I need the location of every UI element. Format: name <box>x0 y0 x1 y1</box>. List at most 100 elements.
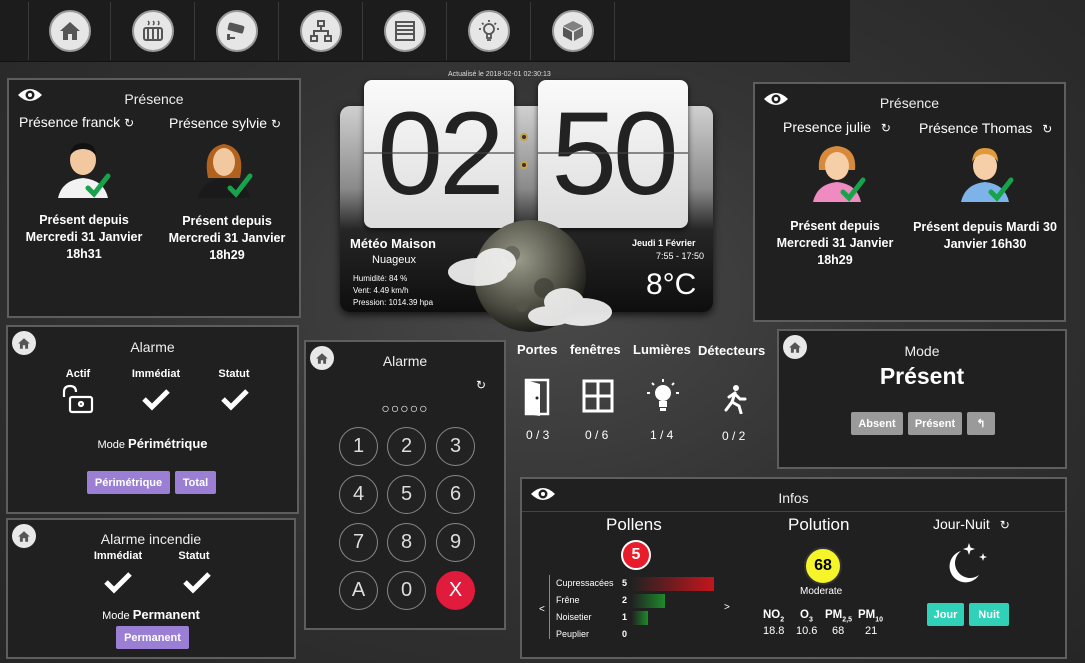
nav-heating-button[interactable] <box>112 2 195 60</box>
keypad-key-3[interactable]: 3 <box>436 427 475 466</box>
jour-button[interactable]: Jour <box>927 603 964 626</box>
pollutant-no2-label: NO2 <box>763 609 785 624</box>
unlock-icon[interactable] <box>60 384 94 414</box>
pollen-name: Peuplier <box>556 629 590 639</box>
pollutant-pm10-label: PM10 <box>858 609 884 624</box>
weather-date: Jeudi 1 Février <box>632 238 696 248</box>
person-name-label: Présence Thomas <box>919 120 1033 136</box>
presence-since-label: Présent depuis <box>182 214 272 228</box>
presence-time: 18h29 <box>817 253 853 267</box>
weather-wind: Vent: 4.49 km/h <box>353 286 409 295</box>
lightbulb-icon[interactable] <box>646 378 680 416</box>
pollen-row: Noisetier 1 <box>556 610 716 625</box>
nav-network-button[interactable] <box>280 2 363 60</box>
nav-light-button[interactable] <box>448 2 531 60</box>
woman-avatar-icon <box>198 144 253 198</box>
pollen-bar <box>632 577 714 591</box>
perimetrique-button[interactable]: Périmétrique <box>87 471 170 494</box>
last-update-text: Actualisé le 2018-02-01 02:30:13 <box>448 71 551 78</box>
weather-sun-times: 7:55 - 17:50 <box>656 251 705 261</box>
weather-condition: Nuageux <box>372 254 417 266</box>
refresh-icon[interactable]: ↻ <box>1000 518 1010 532</box>
pollen-value: 5 <box>622 578 628 588</box>
check-icon <box>221 389 249 411</box>
keypad-key-a[interactable]: A <box>339 571 378 610</box>
presence-date: Janvier 16h30 <box>943 237 1027 251</box>
pollutant-pm10-value: 21 <box>865 625 878 637</box>
keypad-cancel-button[interactable]: X <box>436 571 475 610</box>
door-icon[interactable] <box>524 378 550 416</box>
pollen-value: 0 <box>622 629 628 639</box>
keypad-key-8[interactable]: 8 <box>387 523 426 562</box>
present-button[interactable]: Présent <box>908 412 962 435</box>
nav-camera-button[interactable] <box>196 2 279 60</box>
keypad-key-7[interactable]: 7 <box>339 523 378 562</box>
refresh-icon[interactable]: ↻ <box>124 116 134 130</box>
pollens-next-button[interactable]: > <box>724 602 730 613</box>
refresh-icon[interactable]: ↻ <box>476 378 486 392</box>
lightbulb-icon <box>479 20 499 41</box>
alarm-keypad-panel: Alarme ↻ ○○○○○ 1 2 3 4 5 6 7 8 9 A 0 X <box>304 340 506 630</box>
presence-date: Mercredi 31 Janvier <box>168 231 286 245</box>
panel-title: Alarme incendie <box>100 531 202 547</box>
presence-since-label: Présent depuis Mardi 30 <box>913 220 1057 234</box>
mode-panel: Mode Présent Absent Présent ↰ <box>777 329 1067 469</box>
home-icon <box>59 22 80 40</box>
pollutant-no2-value: 18.8 <box>763 625 785 637</box>
day-night-title: Jour-Nuit ↻ <box>933 516 1010 532</box>
walking-person-icon[interactable] <box>722 384 748 414</box>
keypad-key-0[interactable]: 0 <box>387 571 426 610</box>
keypad-key-6[interactable]: 6 <box>436 475 475 514</box>
sensor-label-detectors: Détecteurs <box>698 343 766 358</box>
aqi-label: Moderate <box>800 586 843 597</box>
total-button[interactable]: Total <box>175 471 216 494</box>
moon-stars-icon <box>949 543 987 583</box>
aqi-badge: 68 <box>804 547 842 585</box>
pollen-row: Frêne 2 <box>556 593 716 608</box>
pollen-row: Cupressacées 5 <box>556 576 716 591</box>
pollen-axis <box>549 575 550 639</box>
person-name-sylvie: Présence sylvie ↻ <box>169 115 299 131</box>
nuit-button[interactable]: Nuit <box>969 603 1009 626</box>
refresh-icon[interactable]: ↻ <box>881 121 891 135</box>
alarm-panel: Alarme Actif Immédiat Statut Mode Périmé… <box>6 325 299 514</box>
panel-title: Alarme <box>130 339 175 355</box>
weather-title: Météo Maison <box>350 236 436 251</box>
sensor-label-doors: Portes <box>517 342 558 357</box>
moon-clouds-icon <box>448 220 612 332</box>
keypad-key-5[interactable]: 5 <box>387 475 426 514</box>
keypad-key-4[interactable]: 4 <box>339 475 378 514</box>
keypad-key-9[interactable]: 9 <box>436 523 475 562</box>
refresh-icon[interactable]: ↻ <box>271 117 281 131</box>
sensor-label-lights: Lumières <box>633 342 691 357</box>
mode-prefix: Mode <box>97 439 125 451</box>
clock-colon-dot <box>520 133 528 141</box>
clock-hours: 02 <box>364 80 514 228</box>
pollens-prev-button[interactable]: < <box>539 604 545 615</box>
heating-icon <box>143 20 163 41</box>
nav-box-button[interactable] <box>532 2 615 60</box>
window-icon[interactable] <box>582 379 614 413</box>
pollen-row: Peuplier 0 <box>556 627 716 642</box>
code-indicator: ○○○○○ <box>381 400 429 416</box>
girl-avatar-icon <box>813 146 866 202</box>
keypad-key-2[interactable]: 2 <box>387 427 426 466</box>
camera-icon <box>227 22 245 40</box>
absent-button[interactable]: Absent <box>851 412 903 435</box>
fire-alarm-panel: Alarme incendie Immédiat Statut Mode Per… <box>6 518 296 659</box>
man-avatar-icon <box>58 143 111 198</box>
undo-button[interactable]: ↰ <box>967 412 995 435</box>
permanent-button[interactable]: Permanent <box>116 626 189 649</box>
box-icon <box>563 21 583 41</box>
sensor-label-windows: fenêtres <box>570 342 621 357</box>
sensor-count-windows: 0 / 6 <box>585 428 609 442</box>
nav-shutter-button[interactable] <box>364 2 447 60</box>
shutter-icon <box>395 21 415 41</box>
divider <box>522 511 1065 512</box>
panel-title: Présence <box>879 95 940 111</box>
presence-panel-left: Présence Présence franck ↻ Présent depui… <box>7 78 301 318</box>
day-night-label: Jour-Nuit <box>933 516 990 532</box>
nav-home-button[interactable] <box>28 2 111 60</box>
refresh-icon[interactable]: ↻ <box>1042 122 1052 136</box>
keypad-key-1[interactable]: 1 <box>339 427 378 466</box>
